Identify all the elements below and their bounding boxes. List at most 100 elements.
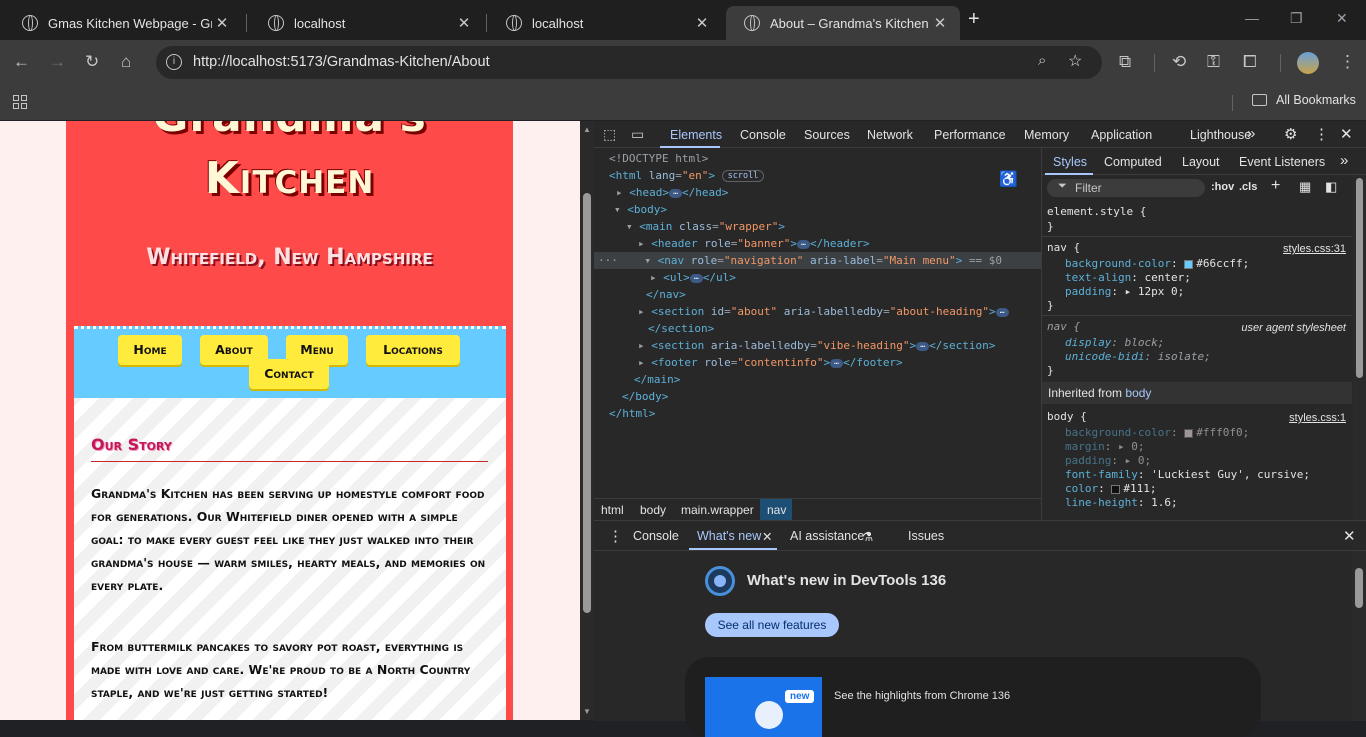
inherited-element-link[interactable]: body xyxy=(1125,386,1151,400)
address-bar[interactable]: i http://localhost:5173/Grandmas-Kitchen… xyxy=(156,46,1102,79)
new-style-rule-icon[interactable]: + xyxy=(1271,177,1280,195)
minimize-icon[interactable]: — xyxy=(1245,10,1259,26)
close-whats-new-icon[interactable]: ✕ xyxy=(762,529,772,544)
more-tabs-icon[interactable]: » xyxy=(1247,125,1255,142)
paint-icon[interactable]: ▦ xyxy=(1299,179,1311,195)
zoom-icon[interactable]: ⌕ xyxy=(1038,52,1046,69)
tab-performance[interactable]: Performance xyxy=(934,128,1006,142)
prop-text-align[interactable]: text-align: center; xyxy=(1047,271,1347,285)
prop-background-color[interactable]: background-color: #66ccff; xyxy=(1047,257,1347,271)
bookmark-star-icon[interactable]: ☆ xyxy=(1068,51,1082,71)
drawer-tab-issues[interactable]: Issues xyxy=(908,529,944,543)
close-drawer-icon[interactable]: ✕ xyxy=(1343,527,1356,545)
styles-filter-input[interactable]: Filter xyxy=(1047,179,1205,197)
close-window-icon[interactable]: ✕ xyxy=(1336,10,1348,27)
page-scrollbar[interactable]: ▲ ▼ xyxy=(580,121,594,720)
tab-console[interactable]: Console xyxy=(740,128,786,142)
profile-avatar[interactable] xyxy=(1297,52,1319,74)
drawer-scrollbar[interactable] xyxy=(1352,551,1366,721)
forward-icon[interactable]: → xyxy=(49,52,66,72)
tab-sources[interactable]: Sources xyxy=(804,128,850,142)
nav-rule-source-link[interactable]: styles.css:31 xyxy=(1283,243,1346,255)
prop-body-margin[interactable]: margin: ▸ 0; xyxy=(1047,440,1347,454)
dom-line-head[interactable]: ▸ <head>… </head> xyxy=(594,184,1041,201)
highlights-card[interactable]: new See the highlights from Chrome 136 xyxy=(685,657,1261,737)
dom-line-footer[interactable]: ▸ <footer role="contentinfo">… </footer> xyxy=(594,354,1041,371)
apps-grid-icon[interactable] xyxy=(13,95,27,109)
dom-line-nav-selected[interactable]: ··· ▾ <nav role="navigation" aria-label=… xyxy=(594,252,1041,269)
new-tab-button[interactable]: + xyxy=(968,8,980,31)
tab-styles[interactable]: Styles xyxy=(1053,155,1087,169)
tab-computed[interactable]: Computed xyxy=(1104,155,1162,169)
prop-body-color[interactable]: color: #111; xyxy=(1047,482,1347,496)
prop-padding[interactable]: padding: ▸ 12px 0; xyxy=(1047,285,1347,299)
back-icon[interactable]: ← xyxy=(13,52,30,72)
tab-event-listeners[interactable]: Event Listeners xyxy=(1239,155,1325,169)
inspect-element-icon[interactable]: ⬚ xyxy=(603,126,616,143)
element-style-selector[interactable]: element.style { xyxy=(1047,205,1347,219)
page-scroll-thumb[interactable] xyxy=(583,193,591,613)
drawer-tab-console[interactable]: Console xyxy=(633,529,679,543)
history-icon[interactable]: ⟲ xyxy=(1172,52,1186,72)
dom-line-body-close[interactable]: </body> xyxy=(594,388,1041,405)
restore-icon[interactable]: ❐ xyxy=(1290,10,1303,27)
drawer-tab-ai-assistance[interactable]: AI assistance xyxy=(790,529,864,543)
dom-line-section-about[interactable]: ▸ <section id="about" aria-labelledby="a… xyxy=(594,303,1041,320)
tab-localhost-1[interactable]: localhost ✕ xyxy=(250,6,484,40)
password-key-icon[interactable]: ⚿ xyxy=(1207,52,1220,72)
drawer-scroll-thumb[interactable] xyxy=(1355,568,1363,608)
prop-display[interactable]: display: block; xyxy=(1047,336,1347,350)
search-tabs-icon[interactable]: ⧠ xyxy=(1243,52,1257,72)
home-icon[interactable]: ⌂ xyxy=(121,52,131,72)
scroll-up-icon[interactable]: ▲ xyxy=(583,125,591,134)
sidebar-toggle-icon[interactable]: ◧ xyxy=(1325,179,1337,195)
dom-line-main[interactable]: ▾ <main class="wrapper"> xyxy=(594,218,1041,235)
close-tab-icon[interactable]: ✕ xyxy=(454,14,474,32)
device-toolbar-icon[interactable]: ▭ xyxy=(631,126,644,143)
drawer-menu-icon[interactable]: ⋮ xyxy=(608,527,623,545)
accessibility-tree-icon[interactable]: ♿ xyxy=(999,170,1018,188)
dom-line-section-close[interactable]: </section> xyxy=(594,320,1041,337)
styles-scroll-thumb[interactable] xyxy=(1356,178,1363,378)
tab-network[interactable]: Network xyxy=(867,128,913,142)
menu-kebab-icon[interactable]: ⋮ xyxy=(1339,52,1356,72)
dom-line-nav-close[interactable]: </nav> xyxy=(594,286,1041,303)
nav-locations-button[interactable]: Locations xyxy=(366,335,460,365)
dom-line-html-close[interactable]: </html> xyxy=(594,405,1041,422)
prop-body-font-family[interactable]: font-family: 'Luckiest Guy', cursive; xyxy=(1047,468,1347,482)
drawer-tab-whats-new[interactable]: What's new xyxy=(697,529,761,543)
prop-body-line-height[interactable]: line-height: 1.6; xyxy=(1047,496,1347,510)
more-styles-tabs-icon[interactable]: » xyxy=(1340,152,1348,169)
nav-contact-button[interactable]: Contact xyxy=(249,359,329,389)
tab-lighthouse[interactable]: Lighthouse xyxy=(1190,128,1251,142)
tab-layout[interactable]: Layout xyxy=(1182,155,1220,169)
site-info-icon[interactable]: i xyxy=(166,54,182,70)
dom-line-body[interactable]: ▾ <body> xyxy=(594,201,1041,218)
dom-line-html[interactable]: <html lang="en"> scroll xyxy=(594,167,1041,184)
close-tab-icon[interactable]: ✕ xyxy=(692,14,712,32)
scroll-badge[interactable]: scroll xyxy=(721,170,765,182)
tab-gmas-kitchen[interactable]: Gmas Kitchen Webpage - Grandm ✕ xyxy=(4,6,242,40)
color-swatch[interactable] xyxy=(1184,259,1194,269)
settings-gear-icon[interactable]: ⚙ xyxy=(1284,125,1297,143)
all-bookmarks-button[interactable]: All Bookmarks xyxy=(1252,93,1356,107)
dom-line-ul[interactable]: ▸ <ul>… </ul> xyxy=(594,269,1041,286)
devtools-menu-icon[interactable]: ⋮ xyxy=(1314,125,1329,143)
dom-line-header[interactable]: ▸ <header role="banner">… </header> xyxy=(594,235,1041,252)
prop-unicode-bidi[interactable]: unicode-bidi: isolate; xyxy=(1047,350,1347,364)
dom-line-doctype[interactable]: <!DOCTYPE html> xyxy=(594,150,1041,167)
dom-line-main-close[interactable]: </main> xyxy=(594,371,1041,388)
scroll-down-icon[interactable]: ▼ xyxy=(583,707,591,716)
reload-icon[interactable]: ↻ xyxy=(85,52,99,72)
cls-toggle[interactable]: .cls xyxy=(1239,181,1257,193)
close-tab-icon[interactable]: ✕ xyxy=(212,14,232,32)
tab-memory[interactable]: Memory xyxy=(1024,128,1069,142)
breadcrumb-main-wrapper[interactable]: main.wrapper xyxy=(681,503,754,517)
dom-line-section-vibe[interactable]: ▸ <section aria-labelledby="vibe-heading… xyxy=(594,337,1041,354)
breadcrumb-body[interactable]: body xyxy=(640,503,666,517)
prop-body-background-color[interactable]: background-color: #fff0f0; xyxy=(1047,426,1347,440)
tab-localhost-2[interactable]: localhost ✕ xyxy=(488,6,722,40)
nav-home-button[interactable]: Home xyxy=(118,335,182,365)
breadcrumb-html[interactable]: html xyxy=(601,503,624,517)
body-rule-source-link[interactable]: styles.css:1 xyxy=(1289,412,1346,424)
